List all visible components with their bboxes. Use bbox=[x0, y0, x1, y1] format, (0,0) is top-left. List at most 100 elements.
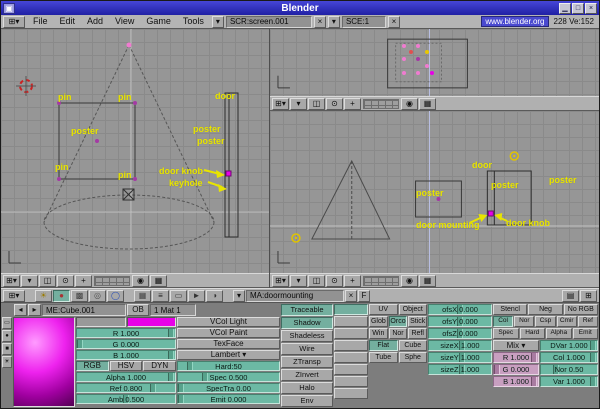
texture-buttons-icon[interactable]: ▩ bbox=[71, 290, 88, 302]
object-center-dot[interactable] bbox=[409, 50, 413, 54]
view-mode-icon[interactable]: ▾ bbox=[21, 275, 38, 287]
view-mode-icon[interactable]: ▾ bbox=[290, 98, 307, 110]
blend-mode-select[interactable]: Mix ▾ bbox=[493, 340, 539, 351]
scene-delete-icon[interactable]: × bbox=[388, 16, 400, 28]
manipulator-icon[interactable]: + bbox=[75, 275, 92, 287]
texture-slot-button[interactable] bbox=[334, 364, 368, 375]
prev-material-icon[interactable]: ◂ bbox=[14, 304, 27, 316]
coord-button[interactable]: Stick bbox=[408, 316, 427, 327]
pivot-icon[interactable]: ⊙ bbox=[326, 98, 343, 110]
material-flag-toggle[interactable]: Traceable bbox=[281, 304, 333, 316]
texture-slot-button[interactable] bbox=[334, 352, 368, 363]
object-center-dot[interactable] bbox=[425, 50, 429, 54]
world-buttons-icon[interactable]: ◯ bbox=[107, 290, 124, 302]
mapto-button[interactable]: Neg bbox=[528, 304, 562, 315]
viewport-top-canvas[interactable] bbox=[270, 29, 599, 96]
offset-slider[interactable]: ofsZ 0.000 bbox=[428, 328, 492, 339]
mapto-button[interactable]: Cmir bbox=[557, 316, 577, 327]
manipulator-icon[interactable]: + bbox=[344, 275, 361, 287]
viewport-front-canvas[interactable]: pinpinposterpinpindoorposterposterdoor k… bbox=[1, 29, 269, 273]
manipulator-icon[interactable]: + bbox=[344, 98, 361, 110]
object-center-dot[interactable] bbox=[402, 71, 406, 75]
object-center-dot[interactable] bbox=[416, 71, 420, 75]
coord-button[interactable]: Object bbox=[399, 304, 428, 315]
texture-color-slider[interactable]: B 1.000 bbox=[493, 376, 539, 387]
dvar-slider[interactable]: DVar 1.000 bbox=[540, 340, 598, 351]
titlebar[interactable]: ▣ Blender ▁ □ × bbox=[1, 1, 599, 15]
texture-color-slider[interactable]: G 0.000 bbox=[493, 364, 539, 375]
material-flag-toggle[interactable]: Shadeless bbox=[281, 330, 333, 342]
window-type-icon[interactable]: ⊞▾ bbox=[3, 290, 25, 302]
mapto-button[interactable]: Stencl bbox=[493, 304, 527, 315]
screen-browse-icon[interactable]: ▾ bbox=[212, 16, 224, 28]
anim-buttons-icon[interactable]: ► bbox=[188, 290, 205, 302]
texture-slot-button[interactable] bbox=[334, 388, 368, 399]
object-center-dot[interactable] bbox=[416, 57, 420, 61]
maximize-button[interactable]: □ bbox=[572, 3, 584, 14]
realtime-buttons-icon[interactable]: ◑ bbox=[206, 290, 223, 302]
preview-sphere-icon[interactable]: ● bbox=[2, 330, 12, 342]
menu-item[interactable]: View bbox=[109, 15, 140, 28]
material-flag-toggle[interactable]: ZTransp bbox=[281, 356, 333, 368]
lock-icon[interactable]: ◉ bbox=[132, 275, 149, 287]
fake-user-button[interactable]: F bbox=[358, 290, 370, 302]
material-flag-toggle[interactable]: Wire bbox=[281, 343, 333, 355]
specular-color-swatch[interactable] bbox=[127, 317, 177, 327]
mesh-name-field[interactable]: ME:Cube.001 bbox=[42, 304, 126, 316]
material-slider[interactable]: Alpha 1.000 bbox=[76, 372, 176, 382]
mapto-button[interactable]: Ref bbox=[578, 316, 598, 327]
offset-slider[interactable]: ofsX 0.000 bbox=[428, 304, 492, 315]
object-center-dot[interactable] bbox=[416, 44, 420, 48]
material-flag-toggle[interactable]: Halo bbox=[281, 382, 333, 394]
coord-button[interactable]: UV bbox=[369, 304, 398, 315]
view-mode-icon[interactable]: ▾ bbox=[290, 275, 307, 287]
menu-item[interactable]: Game bbox=[140, 15, 177, 28]
coord-button[interactable]: Refl bbox=[408, 328, 427, 339]
window-type-icon[interactable]: ⊞▾ bbox=[3, 16, 25, 28]
render-preview-icon[interactable]: ▦ bbox=[419, 98, 436, 110]
material-slider[interactable]: Amb 0.500 bbox=[76, 394, 176, 404]
offset-slider[interactable]: ofsY 0.000 bbox=[428, 316, 492, 327]
vcol-toggle-button[interactable]: VCol Paint bbox=[177, 328, 280, 338]
size-slider[interactable]: sizeX 1.000 bbox=[428, 340, 492, 351]
layer-buttons[interactable] bbox=[363, 276, 399, 286]
coord-button[interactable]: Win bbox=[369, 328, 388, 339]
blender-url-link[interactable]: www.blender.org bbox=[481, 16, 548, 27]
ob-button[interactable]: OB bbox=[127, 304, 149, 316]
mapto-button[interactable]: Alpha bbox=[546, 328, 572, 339]
next-material-icon[interactable]: ▸ bbox=[28, 304, 41, 316]
screen-delete-icon[interactable]: × bbox=[314, 16, 326, 28]
lock-icon[interactable]: ◉ bbox=[401, 275, 418, 287]
lamp-buttons-icon[interactable]: ☀ bbox=[35, 290, 52, 302]
layer-buttons[interactable] bbox=[94, 276, 130, 286]
pivot-icon[interactable]: ⊙ bbox=[57, 275, 74, 287]
color-slider[interactable]: G 0.000 bbox=[76, 339, 176, 349]
mapto-button[interactable]: Csp bbox=[535, 316, 555, 327]
render-preview-icon[interactable]: ▦ bbox=[419, 275, 436, 287]
mapto-button[interactable]: Col bbox=[493, 316, 513, 327]
material-flag-toggle[interactable]: Env bbox=[281, 395, 333, 407]
mapto-amount-slider[interactable]: Var 1.000 bbox=[540, 376, 598, 387]
material-buttons-icon[interactable]: ● bbox=[53, 290, 70, 302]
draw-mode-icon[interactable]: ◫ bbox=[308, 98, 325, 110]
menu-item[interactable]: File bbox=[27, 15, 54, 28]
close-button[interactable]: × bbox=[585, 3, 597, 14]
menu-item[interactable]: Edit bbox=[54, 15, 82, 28]
color-mode-button[interactable]: HSV bbox=[110, 361, 143, 371]
coord-button[interactable]: Nor bbox=[389, 328, 408, 339]
render-preview-icon[interactable]: ▦ bbox=[150, 275, 167, 287]
color-slider[interactable]: B 1.000 bbox=[76, 350, 176, 360]
window-type-icon[interactable]: ⊞▾ bbox=[272, 98, 289, 110]
size-slider[interactable]: sizeZ 1.000 bbox=[428, 364, 492, 375]
coord-button[interactable]: Orco bbox=[389, 316, 408, 327]
minimize-button[interactable]: ▁ bbox=[559, 3, 571, 14]
diffuse-shader-select[interactable]: Lambert ▾ bbox=[177, 350, 280, 360]
diffuse-color-swatch[interactable] bbox=[76, 317, 126, 327]
material-slider[interactable]: Ref 0.800 bbox=[76, 383, 176, 393]
material-browse-icon[interactable]: ▾ bbox=[233, 290, 245, 302]
menu-item[interactable]: Add bbox=[81, 15, 109, 28]
preview-plane-icon[interactable]: ▭ bbox=[2, 317, 12, 329]
material-name-field[interactable]: MA:doormounting bbox=[246, 290, 344, 302]
vcol-toggle-button[interactable]: TexFace bbox=[177, 339, 280, 349]
scene-browse-icon[interactable]: ▾ bbox=[328, 16, 340, 28]
